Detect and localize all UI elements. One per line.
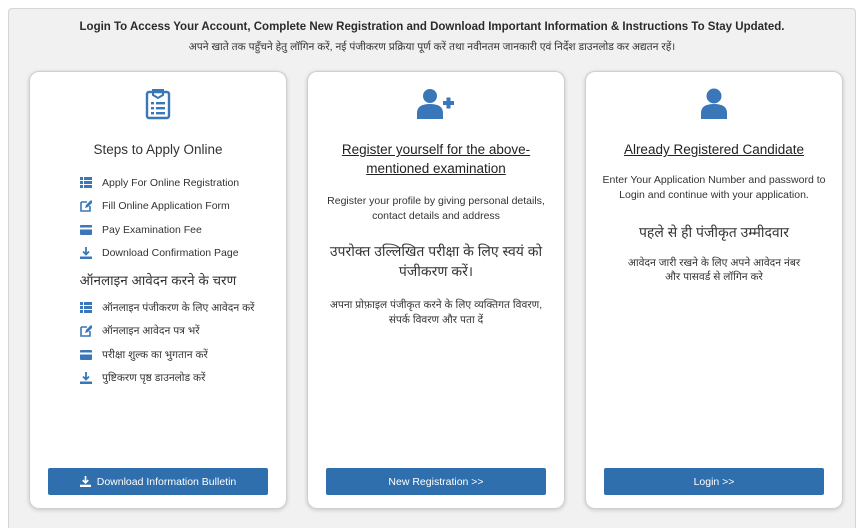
step-label: ऑनलाइन आवेदन पत्र भरें: [102, 325, 200, 338]
download-icon: [80, 247, 92, 260]
user-plus-icon: [308, 88, 564, 125]
step-label: पुष्टिकरण पृष्ठ डाउनलोड करें: [102, 372, 206, 385]
list-item: पुष्टिकरण पृष्ठ डाउनलोड करें: [80, 367, 254, 391]
button-label: Download Information Bulletin: [96, 475, 237, 488]
register-title: Register yourself for the above-mentione…: [341, 142, 531, 176]
list-item: ऑनलाइन पंजीकरण के लिए आवेदन करें: [80, 296, 254, 320]
download-bulletin-button[interactable]: Download Information Bulletin: [48, 468, 268, 495]
register-text-en: Register your profile by giving personal…: [327, 195, 545, 222]
button-label: Login >>: [693, 475, 735, 488]
steps-card: Steps to Apply Online Apply For Online R…: [29, 71, 287, 509]
list-item: Fill Online Application Form: [80, 195, 239, 219]
steps-heading-hi: ऑनलाइन आवेदन करने के चरण: [79, 273, 237, 288]
login-title-hi: पहले से ही पंजीकृत उम्मीदवार: [638, 224, 790, 240]
new-registration-button[interactable]: New Registration >>: [326, 468, 546, 495]
edit-icon: [80, 200, 92, 213]
list-icon: [80, 302, 92, 314]
credit-card-icon: [80, 349, 92, 361]
login-card: Already Registered Candidate Enter Your …: [585, 71, 843, 509]
login-title: Already Registered Candidate: [623, 142, 805, 157]
register-title-hi: उपरोक्त उल्लिखित परीक्षा के लिए स्वयं को…: [329, 243, 543, 279]
step-label: परीक्षा शुल्क का भुगतान करें: [102, 348, 208, 361]
step-label: ऑनलाइन पंजीकरण के लिए आवेदन करें: [102, 301, 255, 314]
page-header: Login To Access Your Account, Complete N…: [9, 21, 855, 54]
register-card: Register yourself for the above-mentione…: [307, 71, 565, 509]
step-label: Download Confirmation Page: [102, 247, 239, 260]
login-text-hi: आवेदन जारी रखने के लिए अपने आवेदन नंबर औ…: [627, 257, 801, 283]
steps-title: Steps to Apply Online: [93, 142, 223, 157]
login-text-en: Enter Your Application Number and passwo…: [602, 174, 826, 201]
step-label: Pay Examination Fee: [102, 223, 202, 236]
clipboard-list-icon: [30, 88, 286, 125]
list-icon: [80, 177, 92, 189]
download-icon: [80, 372, 92, 385]
header-title-en: Login To Access Your Account, Complete N…: [79, 21, 785, 33]
steps-list-en: Apply For Online Registration Fill Onlin…: [80, 171, 239, 265]
step-label: Apply For Online Registration: [102, 176, 240, 189]
list-item: परीक्षा शुल्क का भुगतान करें: [80, 343, 254, 367]
button-label: New Registration >>: [388, 475, 484, 488]
credit-card-icon: [80, 224, 92, 236]
step-label: Fill Online Application Form: [102, 200, 230, 213]
list-item: ऑनलाइन आवेदन पत्र भरें: [80, 320, 254, 344]
edit-icon: [80, 325, 92, 338]
steps-list-hi: ऑनलाइन पंजीकरण के लिए आवेदन करें ऑनलाइन …: [80, 296, 254, 390]
list-item: Apply For Online Registration: [80, 171, 239, 195]
list-item: Pay Examination Fee: [80, 218, 239, 242]
header-title-hi: अपने खाते तक पहुँचने हेतु लॉगिन करें, नई…: [188, 41, 676, 53]
download-icon: [79, 476, 91, 487]
login-button[interactable]: Login >>: [604, 468, 824, 495]
list-item: Download Confirmation Page: [80, 242, 239, 266]
user-icon: [586, 88, 842, 125]
register-text-hi: अपना प्रोफ़ाइल पंजीकृत करने के लिए व्यक्…: [329, 299, 543, 326]
